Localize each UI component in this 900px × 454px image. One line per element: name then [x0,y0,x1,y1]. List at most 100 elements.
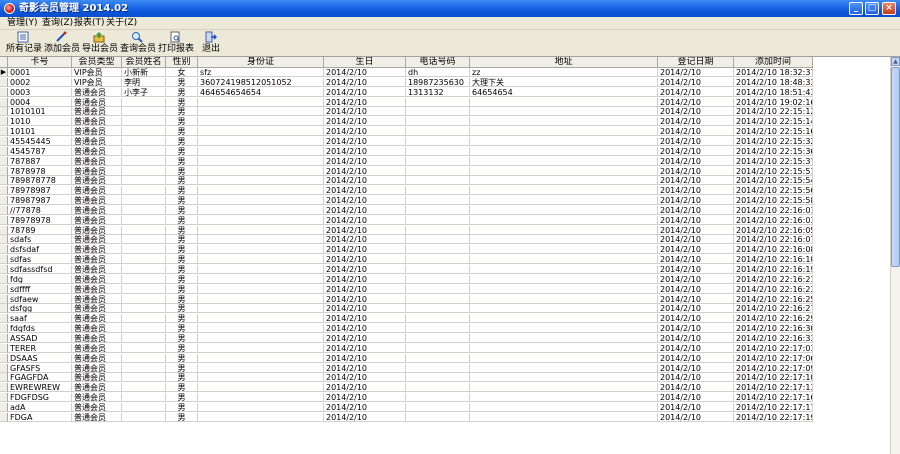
gender-cell[interactable]: 男 [166,156,198,166]
row-selector[interactable]: ▶ [0,68,8,77]
add-time-cell[interactable]: 2014/2/10 22:15:12 [734,107,813,117]
gender-cell[interactable]: 男 [166,265,198,274]
member-type-cell[interactable]: 普通会员 [72,393,122,403]
phone-cell[interactable]: 18987235630 [406,77,470,87]
add-member-button[interactable]: 添加会员 [44,31,80,56]
member-name-cell[interactable]: 李明 [122,77,166,87]
member-type-cell[interactable]: VIP会员 [72,68,122,77]
add-time-cell[interactable]: 2014/2/10 22:15:51 [734,166,813,176]
card-no-cell[interactable]: dsfgg [8,304,72,314]
member-type-cell[interactable]: 普通会员 [72,156,122,166]
add-time-cell[interactable]: 2014/2/10 22:15:37 [734,156,813,166]
table-row[interactable]: 78978987 普通会员男 2014/2/10 2014/2/10 2014/2/10… [0,186,813,196]
menu-about[interactable]: 关于(Z) [106,18,137,29]
card-no-cell[interactable]: FGAGFDA [8,373,72,383]
member-name-cell[interactable] [122,343,166,353]
birthday-cell[interactable]: 2014/2/10 [324,383,406,393]
member-type-cell[interactable]: 普通会员 [72,383,122,393]
card-no-cell[interactable]: 0003 [8,87,72,97]
menu-query[interactable]: 查询(Z) [42,18,73,29]
address-cell[interactable] [470,196,658,206]
card-no-cell[interactable]: EWREWREW [8,383,72,393]
register-date-cell[interactable]: 2014/2/10 [658,205,734,215]
row-selector[interactable] [0,383,8,393]
column-header-id-card[interactable]: 身份证 [198,57,324,68]
member-name-cell[interactable] [122,393,166,403]
row-selector[interactable] [0,274,8,284]
add-time-cell[interactable]: 2014/2/10 22:15:16 [734,127,813,137]
table-row[interactable]: FDGFDSG 普通会员男 2014/2/10 2014/2/10 2014/2/10 … [0,393,813,403]
row-selector[interactable] [0,255,8,265]
card-no-cell[interactable]: 78978978 [8,215,72,225]
exit-button[interactable]: 退出 [198,31,224,56]
phone-cell[interactable]: dh [406,68,470,77]
register-date-cell[interactable]: 2014/2/10 [658,393,734,403]
card-no-cell[interactable]: sdfaew [8,294,72,304]
id-card-cell[interactable] [198,205,324,215]
address-cell[interactable] [470,235,658,245]
id-card-cell[interactable] [198,136,324,146]
id-card-cell[interactable] [198,363,324,373]
register-date-cell[interactable]: 2014/2/10 [658,412,734,422]
table-row[interactable]: FGAGFDA 普通会员男 2014/2/10 2014/2/10 2014/2/10 … [0,373,813,383]
member-type-cell[interactable]: 普通会员 [72,373,122,383]
gender-cell[interactable]: 男 [166,176,198,186]
address-cell[interactable] [470,225,658,235]
gender-cell[interactable]: 男 [166,166,198,176]
address-cell[interactable] [470,215,658,225]
member-type-cell[interactable]: 普通会员 [72,186,122,196]
gender-cell[interactable]: 男 [166,225,198,235]
table-row[interactable]: 0002 VIP会员 李明男 360724198512051052 2014/2/10 1… [0,77,813,87]
register-date-cell[interactable]: 2014/2/10 [658,245,734,255]
member-name-cell[interactable] [122,353,166,363]
member-type-cell[interactable]: 普通会员 [72,353,122,363]
table-row[interactable]: FDGA 普通会员男 2014/2/10 2014/2/10 2014/2/10 22:… [0,412,813,422]
member-type-cell[interactable]: 普通会员 [72,225,122,235]
table-row[interactable]: 7878978 普通会员男 2014/2/10 2014/2/10 2014/2/10 … [0,166,813,176]
address-cell[interactable] [470,245,658,255]
register-date-cell[interactable]: 2014/2/10 [658,265,734,274]
member-type-cell[interactable]: 普通会员 [72,215,122,225]
card-no-cell[interactable]: GFASFS [8,363,72,373]
register-date-cell[interactable]: 2014/2/10 [658,186,734,196]
gender-cell[interactable]: 男 [166,215,198,225]
phone-cell[interactable] [406,343,470,353]
member-type-cell[interactable]: 普通会员 [72,196,122,206]
register-date-cell[interactable]: 2014/2/10 [658,284,734,294]
id-card-cell[interactable] [198,255,324,265]
register-date-cell[interactable]: 2014/2/10 [658,353,734,363]
id-card-cell[interactable] [198,314,324,324]
phone-cell[interactable] [406,383,470,393]
card-no-cell[interactable]: //77878 [8,205,72,215]
gender-cell[interactable]: 男 [166,284,198,294]
birthday-cell[interactable]: 2014/2/10 [324,294,406,304]
column-header-member-name[interactable]: 会员姓名 [122,57,166,68]
birthday-cell[interactable]: 2014/2/10 [324,166,406,176]
add-time-cell[interactable]: 2014/2/10 22:16:25 [734,294,813,304]
add-time-cell[interactable]: 2014/2/10 22:16:10 [734,255,813,265]
phone-cell[interactable] [406,284,470,294]
table-row[interactable]: adA 普通会员男 2014/2/10 2014/2/10 2014/2/10 22:1… [0,402,813,412]
row-selector[interactable] [0,353,8,363]
row-selector[interactable] [0,156,8,166]
address-cell[interactable] [470,383,658,393]
gender-cell[interactable]: 男 [166,136,198,146]
birthday-cell[interactable]: 2014/2/10 [324,363,406,373]
row-selector[interactable] [0,412,8,422]
id-card-cell[interactable] [198,235,324,245]
add-time-cell[interactable]: 2014/2/10 22:17:19 [734,412,813,422]
id-card-cell[interactable]: sfz [198,68,324,77]
phone-cell[interactable] [406,294,470,304]
row-selector[interactable] [0,284,8,294]
register-date-cell[interactable]: 2014/2/10 [658,383,734,393]
member-name-cell[interactable]: 小李子 [122,87,166,97]
address-cell[interactable] [470,373,658,383]
address-cell[interactable] [470,255,658,265]
member-name-cell[interactable] [122,324,166,334]
phone-cell[interactable] [406,333,470,343]
add-time-cell[interactable]: 2014/2/10 22:16:21 [734,274,813,284]
table-row[interactable]: sdffff 普通会员男 2014/2/10 2014/2/10 2014/2/10 2… [0,284,813,294]
birthday-cell[interactable]: 2014/2/10 [324,156,406,166]
register-date-cell[interactable]: 2014/2/10 [658,97,734,107]
row-selector[interactable] [0,117,8,127]
